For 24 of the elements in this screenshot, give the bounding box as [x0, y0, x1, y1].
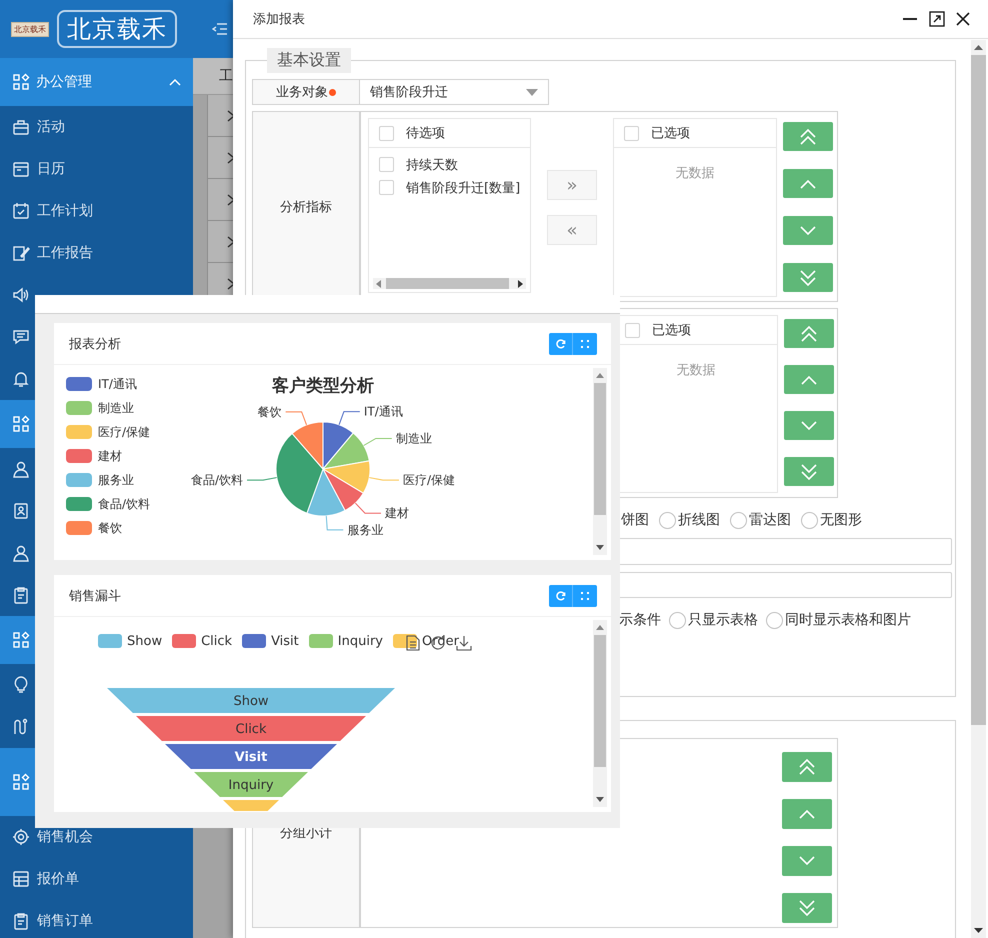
card-title: 销售漏斗	[69, 588, 121, 604]
field-label: 业务对象	[252, 79, 360, 105]
list-header: 待选项	[406, 125, 445, 142]
stage-label: Show	[233, 694, 269, 709]
logo-small: 北京载禾	[11, 22, 49, 36]
option-label: 示条件	[619, 611, 661, 629]
logo: 北京载禾	[57, 10, 177, 48]
empty-text: 无数据	[674, 165, 716, 182]
slice-label: 建材	[385, 506, 409, 520]
slice-label: IT/通讯	[364, 404, 403, 419]
slice-label: 服务业	[347, 522, 384, 537]
list-header: 已选项	[651, 125, 690, 142]
dialog-title: 添加报表	[253, 11, 305, 28]
stage-label: Click	[236, 722, 266, 737]
card-title: 报表分析	[69, 336, 121, 352]
slice-label: 食品/饮料	[190, 473, 244, 488]
slice-label: 医疗/保健	[402, 473, 456, 488]
section-title: 基本设置	[267, 48, 351, 73]
chart-title: 客户类型分析	[272, 376, 374, 396]
slice-label: 餐饮	[258, 404, 282, 419]
option-label: 饼图	[621, 511, 649, 529]
list-header: 已选项	[652, 322, 691, 339]
empty-text: 无数据	[676, 362, 716, 379]
slice-label: 制造业	[396, 432, 432, 446]
